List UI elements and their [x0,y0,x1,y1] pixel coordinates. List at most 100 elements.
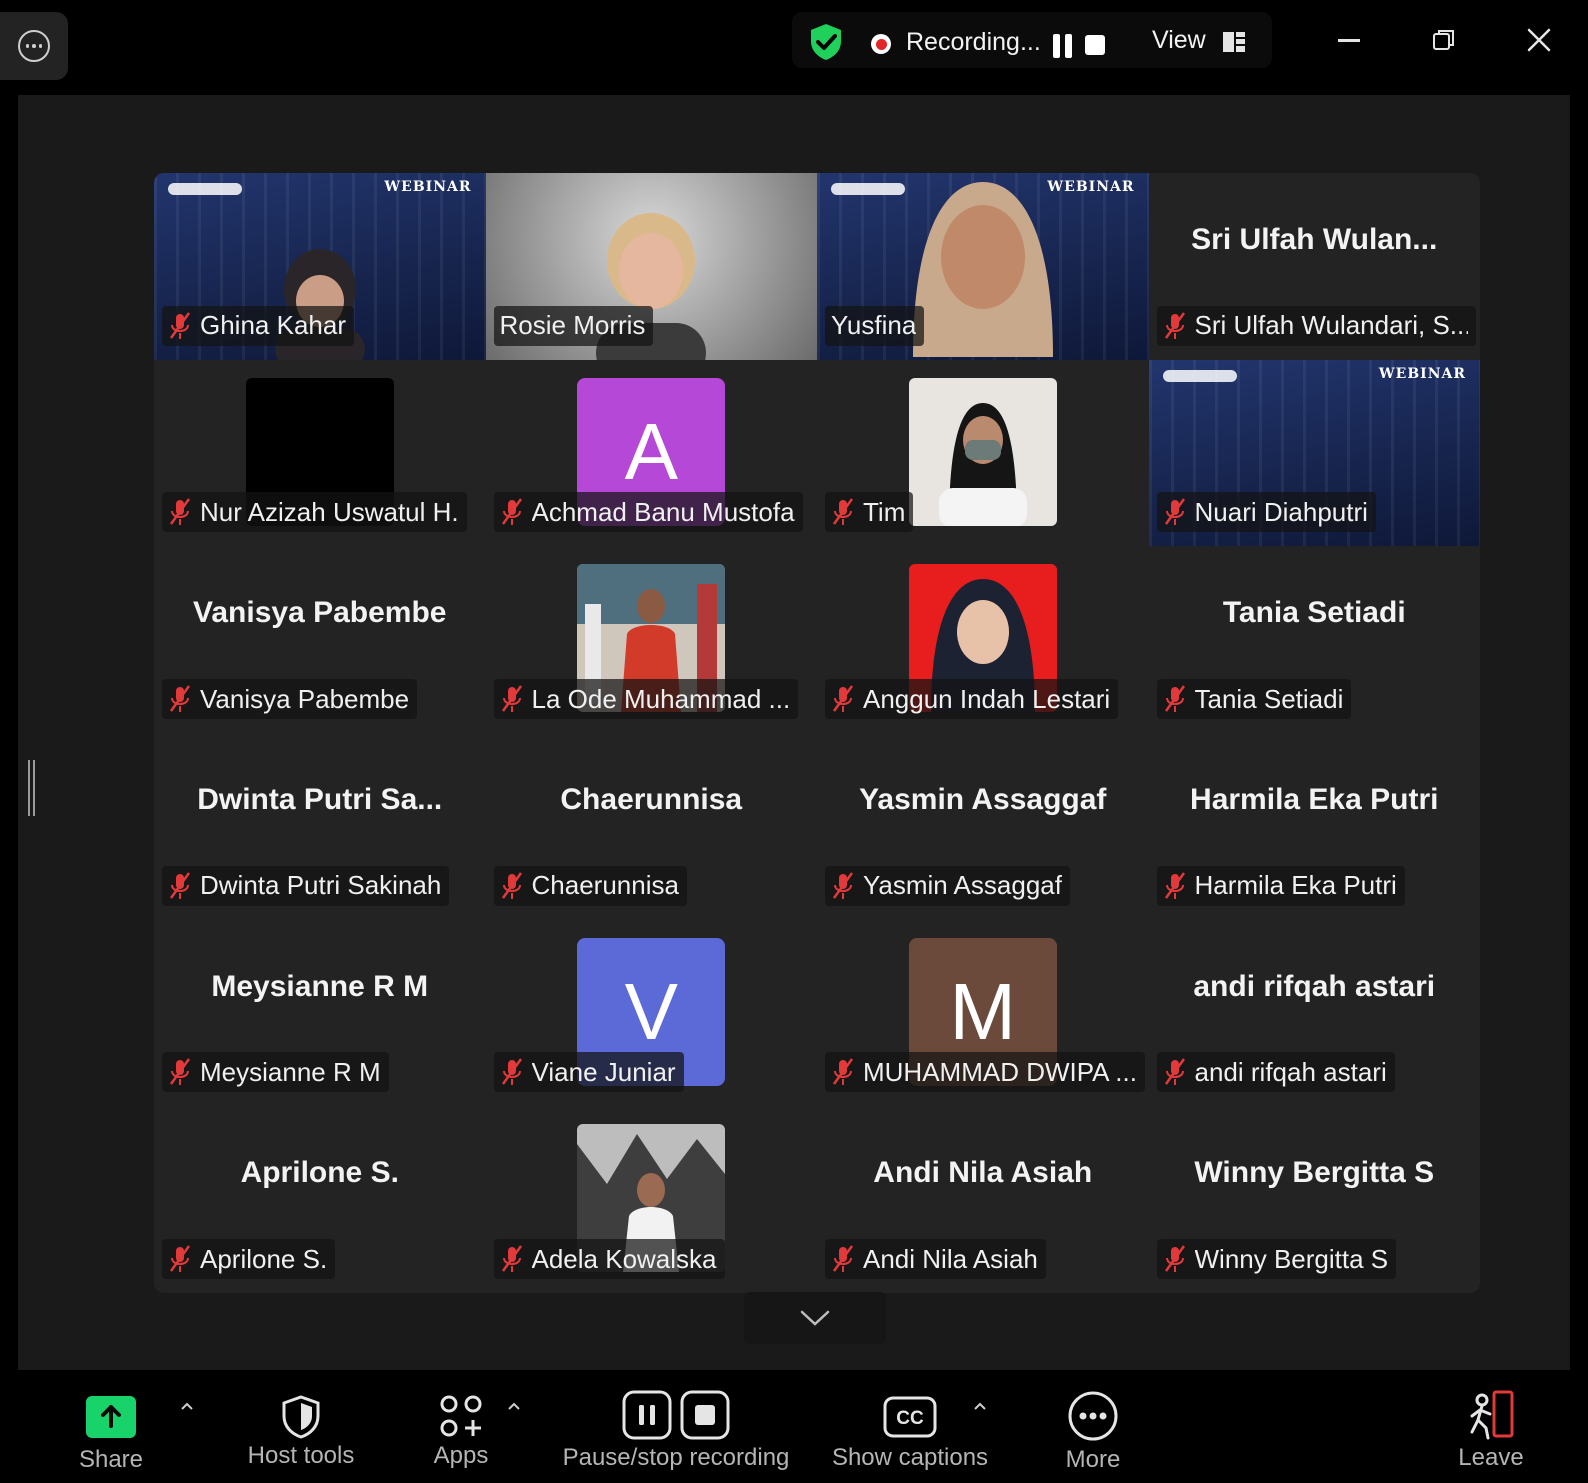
participant-tile[interactable]: WEBINAR Ghina Kahar [154,173,486,360]
share-options-caret-icon[interactable] [179,1398,195,1414]
view-menu-button[interactable]: View [1152,26,1206,55]
apps-options-caret-icon[interactable] [506,1398,522,1414]
participant-display-name: andi rifqah astari [1193,969,1436,1003]
apps-icon [440,1395,482,1437]
participant-tile[interactable]: Sri Ulfah Wulan... Sri Ulfah Wulandari, … [1149,173,1481,360]
participant-tile[interactable]: Tania Setiadi Tania Setiadi [1149,546,1481,733]
share-button[interactable]: Share [76,1370,146,1474]
close-window-icon[interactable] [1525,26,1553,54]
host-tools-button[interactable]: Host tools [226,1370,376,1470]
participant-tile[interactable]: WEBINAR Nuari Diahputri [1148,359,1480,547]
participant-display-name: Aprilone S. [240,1156,399,1190]
participant-display-name: Sri Ulfah Wulan... [1191,223,1438,256]
participant-name: Winny Bergitta S [1194,1243,1389,1274]
participant-display-name: Meysianne R M [211,969,429,1003]
profile-thumbnail [908,377,1057,526]
recording-dot-icon [871,34,891,54]
participant-name-label: Harmila Eka Putri [1156,865,1405,906]
participant-tile[interactable]: Yasmin Assaggaf Yasmin Assaggaf [817,733,1149,920]
security-shield-icon[interactable] [808,22,844,62]
pause-stop-recording-button[interactable]: Pause/stop recording [556,1370,796,1472]
participant-tile[interactable]: A Achmad Banu Mustofa [486,360,818,547]
minimize-window-icon[interactable] [1338,39,1360,42]
participant-tile[interactable]: Adela Kowalska [486,1106,818,1293]
participant-tile[interactable]: Winny Bergitta S Winny Bergitta S [1149,1106,1481,1293]
participant-name-label: Tania Setiadi [1156,679,1352,719]
participant-name: Vanisya Pabembe [200,683,410,714]
stop-recording-icon[interactable] [1085,35,1105,55]
muted-mic-icon [501,1058,522,1086]
participant-tile[interactable]: Vanisya Pabembe Vanisya Pabembe [154,546,486,733]
scroll-down-button[interactable] [744,1292,886,1344]
apps-button[interactable]: Apps [416,1370,506,1470]
participant-name: La Ode Muhammad ... [531,683,791,714]
participant-tile[interactable]: Anggun Indah Lestari [817,546,1149,733]
participant-tile[interactable]: La Ode Muhammad ... [486,546,818,733]
muted-mic-icon [1164,311,1185,339]
muted-mic-icon [169,311,191,339]
participant-name: Tania Setiadi [1194,683,1344,714]
share-screen-icon [86,1396,136,1438]
participant-display-name: Chaerunnisa [560,783,743,816]
muted-mic-icon [1164,685,1185,712]
participant-tile[interactable]: Tim [817,360,1149,547]
participant-name: Chaerunnisa [531,870,679,901]
webinar-logo [168,183,242,195]
svg-text:CC: CC [896,1408,924,1429]
pause-stop-recording-label: Pause/stop recording [562,1444,790,1471]
participant-name: Sri Ulfah Wulandari, S... [1194,310,1469,341]
participant-tile[interactable]: Aprilone S. Aprilone S. [154,1106,486,1293]
participant-display-name: Harmila Eka Putri [1190,783,1439,816]
host-tools-label: Host tools [247,1442,355,1469]
participant-display-name: Yasmin Assaggaf [859,783,1107,816]
stop-icon [680,1390,730,1440]
participant-name-label: Aprilone S. [162,1239,336,1279]
participant-name: Nuari Diahputri [1194,496,1368,527]
leave-button[interactable]: Leave [1446,1370,1536,1472]
participant-tile[interactable]: Andi Nila Asiah Andi Nila Asiah [817,1106,1149,1293]
apps-label: Apps [433,1442,489,1469]
participant-name-label: La Ode Muhammad ... [493,679,799,719]
active-speaker-tile[interactable]: WEBINAR Yusfina [817,173,1149,360]
participant-name: Nur Azizah Uswatul H. [200,496,459,527]
participant-name-label: Winny Bergitta S [1156,1239,1397,1279]
recording-status-text: Recording... [906,28,1041,56]
leave-label: Leave [1458,1444,1524,1471]
meeting-info-button[interactable] [0,12,68,80]
participant-name: Harmila Eka Putri [1194,870,1397,901]
pause-recording-icon[interactable] [1048,30,1076,62]
participant-tile[interactable]: Chaerunnisa Chaerunnisa [486,733,818,920]
more-label: More [1065,1446,1121,1473]
participant-name-label: Sri Ulfah Wulandari, S... [1156,305,1476,346]
participant-name-label: Vanisya Pabembe [162,679,418,719]
participant-name: Yusfina [831,310,917,341]
recording-controls-icon [622,1390,730,1440]
participant-tile[interactable]: Harmila Eka Putri Harmila Eka Putri [1149,733,1481,920]
show-captions-button[interactable]: CC Show captions [820,1370,1000,1472]
participant-tile[interactable]: Nur Azizah Uswatul H. [154,360,486,547]
participant-tile[interactable]: Rosie Morris [485,173,817,360]
participant-display-name: Tania Setiadi [1222,596,1406,630]
meeting-top-bar: Recording... View [0,0,1588,88]
participant-tile[interactable]: andi rifqah astari andi rifqah astari [1149,920,1481,1107]
captions-options-caret-icon[interactable] [972,1398,988,1414]
chevron-down-icon [800,1310,830,1326]
muted-mic-icon [169,1245,191,1272]
participant-name-label: andi rifqah astari [1156,1052,1395,1093]
side-panel-resize-handle[interactable] [28,760,35,816]
restore-window-icon[interactable] [1432,28,1456,52]
participant-tile[interactable]: V Viane Juniar [486,920,818,1107]
more-button[interactable]: More [1048,1370,1138,1474]
participant-tile[interactable]: Dwinta Putri Sa... Dwinta Putri Sakinah [154,733,486,920]
participant-name: Anggun Indah Lestari [863,683,1111,714]
more-icon [1068,1391,1118,1441]
participant-name: andi rifqah astari [1194,1056,1387,1087]
participant-name: Aprilone S. [200,1243,328,1274]
view-layout-icon[interactable] [1222,30,1246,54]
participant-name-label: Chaerunnisa [493,865,687,906]
participant-name: Achmad Banu Mustofa [531,496,795,527]
participant-tile[interactable]: M MUHAMMAD DWIPA ... [817,920,1149,1107]
participant-tile[interactable]: Meysianne R M Meysianne R M [154,920,486,1107]
muted-mic-icon [832,1245,854,1272]
muted-mic-icon [169,871,191,899]
